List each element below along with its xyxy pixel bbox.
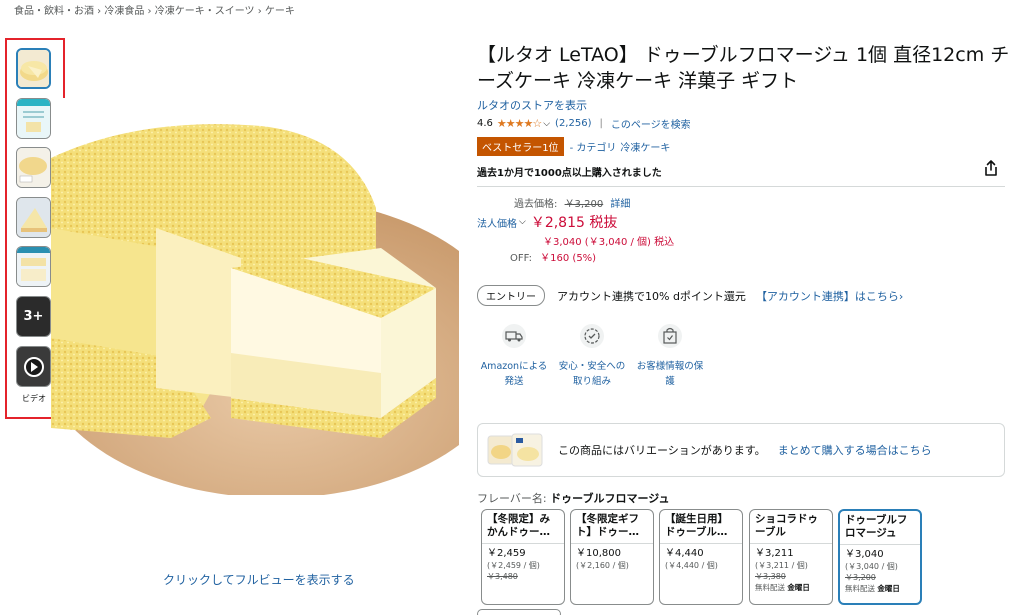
flavor-label-text: フレーバー名: [477,492,547,505]
rating-count-link[interactable]: (2,256) [555,118,591,129]
breadcrumb[interactable]: 食品・飲料・お酒 › 冷凍食品 › 冷凍ケーキ・スイーツ › ケーキ [14,2,295,17]
chevron-down-icon[interactable]: ⌵ [543,119,550,129]
main-product-image[interactable] [51,98,459,495]
flavor-option-2[interactable]: 【冬限定ギフト】ドゥー… ￥10,800 (￥2,160 / 個) [570,509,654,605]
shield-icon [580,324,604,348]
account-link[interactable]: 【アカウント連携】はこちら› [756,288,903,304]
delivery-day: 金曜日 [787,583,810,592]
option-unit-price: (￥4,440 / 個) [665,561,718,570]
variation-thumbnails[interactable] [486,430,546,470]
corporate-price-label[interactable]: 法人価格 [477,215,517,230]
option-name: 【冬限定ギフト】ドゥー… [571,510,653,544]
option-name: 【誕生日用】ドゥーブル… [660,510,742,544]
thumbnail-4[interactable] [16,197,51,238]
bought-count-text: 過去1か月で1000点以上購入されました [477,168,662,179]
option-list-price: ￥3,380 [755,572,786,581]
variation-text: この商品にはバリエーションがあります。 [558,444,766,457]
option-price: ￥3,040 [845,549,884,560]
category-link[interactable]: 冷凍ケーキ [620,139,670,154]
option-price: ￥4,440 [665,548,704,559]
category-prefix: - カテゴリ [569,143,617,154]
rating-value: 4.6 [477,118,493,129]
option-price: ￥2,459 [487,548,526,559]
option-unit-price: (￥3,040 / 個) [845,562,898,571]
flavor-option-5-selected[interactable]: ドゥーブルフロマージュ ￥3,040 (￥3,040 / 個) ￥3,200 無… [838,509,922,605]
option-price: ￥10,800 [576,548,621,559]
bestseller-badge[interactable]: ベストセラー1位 [477,137,564,156]
full-view-link[interactable]: クリックしてフルビューを表示する [163,571,355,588]
free-shipping: 無料配送 [755,583,785,592]
share-icon[interactable] [982,159,1000,177]
delivery-day: 金曜日 [877,584,900,593]
feature-privacy[interactable]: お客様情報の保護 [633,323,707,389]
flavor-option-3[interactable]: 【誕生日用】ドゥーブル… ￥4,440 (￥4,440 / 個) [659,509,743,605]
feature-label: 安心・安全への取り組み [558,361,626,387]
search-page-link[interactable]: このページを検索 [611,116,691,131]
rating-stars-icon[interactable]: ★★★★☆ [497,117,542,130]
feature-label: お客様情報の保護 [636,361,704,387]
video-label: ビデオ [22,394,46,403]
price-ex-tax: ￥2,815 税抜 [530,215,618,231]
option-shipping: 無料配送 金曜日 [845,583,915,595]
option-price: ￥3,211 [755,548,794,559]
flavor-label: フレーバー名: ドゥーブルフロマージュ [477,490,669,506]
option-name: ドゥーブルフロマージュ [840,511,920,545]
option-shipping: 無料配送 金曜日 [755,582,827,594]
store-link[interactable]: ルタオのストアを表示 [477,97,587,113]
more-images-thumbnail[interactable]: 3+ [16,296,51,337]
points-text: アカウント連携で10% dポイント還元 [557,289,746,303]
chevron-down-icon[interactable]: ⌵ [519,217,526,227]
free-shipping: 無料配送 [845,584,875,593]
option-name: 【冬限定】みかんドゥー… [482,510,564,544]
variation-box: この商品にはバリエーションがあります。 まとめて購入する場合はこちら [477,423,1005,477]
off-label: OFF: [510,253,532,264]
option-list-price: ￥3,200 [845,573,876,582]
option-name: ショコラドゥーブル [750,510,832,544]
product-title: 【ルタオ LeTAO】 ドゥーブルフロマージュ 1個 直径12cm チーズケーキ… [477,44,1010,92]
thumbnail-3[interactable] [16,147,51,188]
divider [477,186,1005,187]
points-row: エントリー アカウント連携で10% dポイント還元 【アカウント連携】はこちら› [477,285,903,306]
option-unit-price: (￥2,459 / 個) [487,561,540,570]
separator: | [599,118,603,129]
rating-row: 4.6 ★★★★☆ ⌵ (2,256) | このページを検索 [477,116,691,131]
option-unit-price: (￥2,160 / 個) [576,561,629,570]
video-thumbnail[interactable] [16,346,51,387]
flavor-option-4[interactable]: ショコラドゥーブル ￥3,211 (￥3,211 / 個) ￥3,380 無料配… [749,509,833,605]
option-unit-price: (￥3,211 / 個) [755,561,808,570]
feature-amazon-shipping[interactable]: Amazonによる発送 [477,323,551,389]
bestseller-row: ベストセラー1位 - カテゴリ 冷凍ケーキ [477,137,670,156]
bag-lock-icon [658,324,682,348]
past-price-label: 過去価格: [514,199,558,210]
thumbnail-5[interactable] [16,246,51,287]
flavor-option-1[interactable]: 【冬限定】みかんドゥー… ￥2,459 (￥2,459 / 個) ￥3,480 [481,509,565,605]
flavor-option-next-row[interactable] [477,609,561,615]
option-list-price: ￥3,480 [487,572,518,581]
thumbnail-2[interactable] [16,98,51,139]
entry-button[interactable]: エントリー [477,285,545,306]
play-icon [23,356,44,377]
thumbnail-1[interactable] [16,48,51,89]
flavor-selected: ドゥーブルフロマージュ [550,492,670,505]
truck-icon [502,324,526,348]
price-incl-tax: ￥3,040 (￥3,040 / 個) 税込 [543,237,675,248]
feature-safety[interactable]: 安心・安全への取り組み [555,323,629,389]
off-value: ￥160 (5%) [540,253,597,264]
bulk-purchase-link[interactable]: まとめて購入する場合はこちら [778,442,932,458]
past-price-value: ￥3,200 [564,199,604,210]
feature-label: Amazonによる発送 [480,361,548,387]
price-detail-link[interactable]: 詳細 [610,199,630,210]
